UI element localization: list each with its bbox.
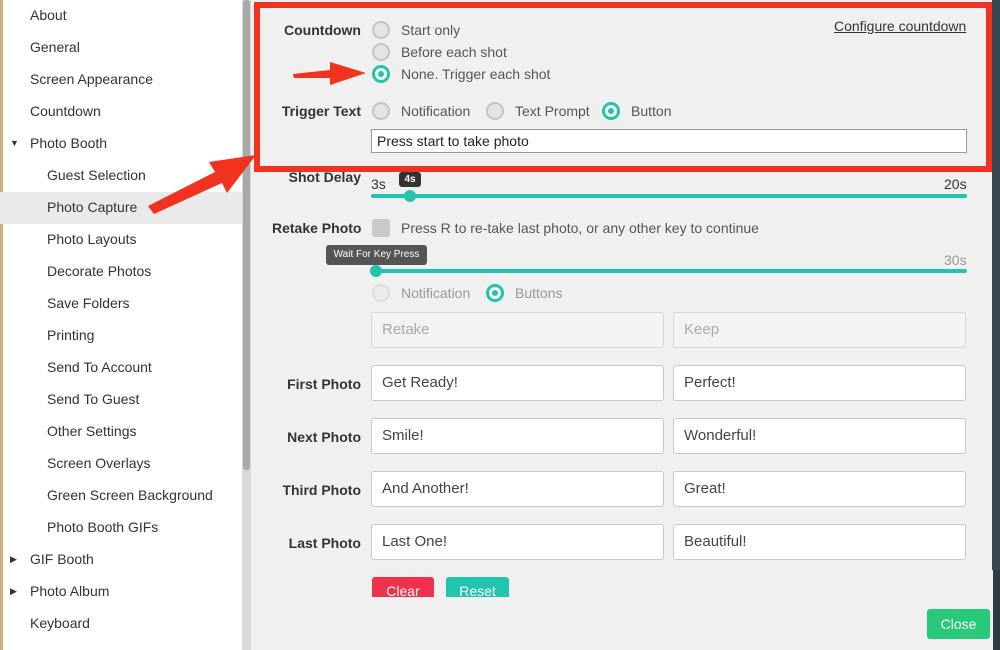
retake-photo-description: Press R to re-take last photo, or any ot… xyxy=(401,220,759,236)
sidebar-item-photo-booth[interactable]: ▼ Photo Booth xyxy=(0,128,242,160)
caret-right-icon[interactable]: ▶ xyxy=(10,576,17,606)
trigger-option-label: Text Prompt xyxy=(515,103,590,119)
sidebar-item-printing[interactable]: Printing xyxy=(0,320,242,352)
retake-option-label: Buttons xyxy=(515,285,563,301)
retake-slider-track[interactable] xyxy=(371,269,967,273)
shot-delay-slider-track[interactable] xyxy=(371,194,967,198)
trigger-radio-notification[interactable] xyxy=(372,102,390,120)
close-button[interactable]: Close xyxy=(927,609,990,639)
prompt-label: Third Photo xyxy=(282,482,361,498)
sidebar-item-label: Screen Appearance xyxy=(30,71,153,87)
prompt-label: Last Photo xyxy=(288,535,361,551)
sidebar-item-photo-booth-gifs[interactable]: Photo Booth GIFs xyxy=(0,512,242,544)
sidebar-item-send-to-account[interactable]: Send To Account xyxy=(0,352,242,384)
retake-radio-notification[interactable] xyxy=(372,284,390,302)
caret-right-icon[interactable]: ▶ xyxy=(10,544,17,574)
sidebar-item-label: Send To Guest xyxy=(47,391,140,407)
retake-radio-buttons[interactable] xyxy=(486,284,504,302)
sidebar-item-send-to-guest[interactable]: Send To Guest xyxy=(0,384,242,416)
keep-button-text-field[interactable]: Keep xyxy=(673,312,966,348)
retake-button-text-field[interactable]: Retake xyxy=(371,312,664,348)
trigger-text-input[interactable]: Press start to take photo xyxy=(371,129,967,153)
retake-slider-tooltip: Wait For Key Press xyxy=(326,245,427,265)
sidebar-item-label: Decorate Photos xyxy=(47,263,152,279)
retake-photo-label: Retake Photo xyxy=(272,220,362,236)
sidebar-item-label: Screen Overlays xyxy=(47,455,151,471)
sidebar-item-label: Save Folders xyxy=(47,295,130,311)
countdown-radio-none[interactable] xyxy=(372,65,390,83)
retake-photo-checkbox[interactable] xyxy=(372,219,390,237)
shot-delay-slider-handle[interactable] xyxy=(404,190,416,202)
sidebar-item-decorate-photos[interactable]: Decorate Photos xyxy=(0,256,242,288)
prompt-label: Next Photo xyxy=(287,429,361,445)
prompt-after-field[interactable]: Great! xyxy=(673,471,966,507)
prompt-before-field[interactable]: And Another! xyxy=(371,471,664,507)
sidebar-item-label: Photo Layouts xyxy=(47,231,137,247)
caret-down-icon[interactable]: ▼ xyxy=(10,128,19,158)
countdown-option-label: None. Trigger each shot xyxy=(401,66,551,82)
shot-delay-label: Shot Delay xyxy=(288,169,361,185)
prompt-label: First Photo xyxy=(287,376,361,392)
countdown-radio-before-each-shot[interactable] xyxy=(372,43,390,61)
sidebar-item-other-settings[interactable]: Other Settings xyxy=(0,416,242,448)
sidebar-item-screen-overlays[interactable]: Screen Overlays xyxy=(0,448,242,480)
sidebar-item-label: Photo Booth GIFs xyxy=(47,519,159,535)
trigger-text-label: Trigger Text xyxy=(281,103,361,119)
sidebar-scrollbar-thumb[interactable] xyxy=(243,0,250,470)
sidebar-item-photo-layouts[interactable]: Photo Layouts xyxy=(0,224,242,256)
trigger-radio-button[interactable] xyxy=(602,102,620,120)
trigger-option-label: Button xyxy=(631,103,672,119)
retake-option-label: Notification xyxy=(401,285,471,301)
prompt-before-field[interactable]: Last One! xyxy=(371,524,664,560)
sidebar-item-screen-appearance[interactable]: Screen Appearance xyxy=(0,64,242,96)
sidebar-item-label: General xyxy=(30,39,80,55)
countdown-radio-start-only[interactable] xyxy=(372,21,390,39)
sidebar-item-save-folders[interactable]: Save Folders xyxy=(0,288,242,320)
sidebar-item-label: Guest Selection xyxy=(47,167,146,183)
sidebar-item-label: About xyxy=(30,7,67,23)
sidebar-item-label: Keyboard xyxy=(30,615,90,631)
prompt-before-field[interactable]: Smile! xyxy=(371,418,664,454)
clear-button[interactable]: Clear xyxy=(372,577,434,597)
sidebar-item-label: Photo Capture xyxy=(47,199,138,215)
sidebar-item-label: Send To Account xyxy=(47,359,152,375)
shot-delay-max: 20s xyxy=(944,176,967,192)
sidebar-item-label: GIF Booth xyxy=(30,551,94,567)
sidebar-item-green-screen-background[interactable]: Green Screen Background xyxy=(0,480,242,512)
retake-slider-handle[interactable] xyxy=(370,265,382,277)
shot-delay-value-tooltip: 4s xyxy=(399,172,421,187)
sidebar-item-label: Printing xyxy=(47,327,95,343)
settings-sidebar: About General Screen Appearance Countdown ▼ P… xyxy=(0,0,242,650)
countdown-label: Countdown xyxy=(284,22,361,38)
sidebar-item-label: Countdown xyxy=(30,103,101,119)
sidebar-item-general[interactable]: General xyxy=(0,32,242,64)
sidebar-item-about[interactable]: About xyxy=(0,0,242,32)
sidebar-item-label: Other Settings xyxy=(47,423,137,439)
configure-countdown-link[interactable]: Configure countdown xyxy=(834,18,966,34)
sidebar-item-photo-capture[interactable]: Photo Capture xyxy=(0,192,242,224)
prompt-after-field[interactable]: Perfect! xyxy=(673,365,966,401)
sidebar-item-keyboard[interactable]: Keyboard xyxy=(0,608,242,640)
sidebar-item-gif-booth[interactable]: ▶ GIF Booth xyxy=(0,544,242,576)
countdown-option-label: Start only xyxy=(401,22,461,38)
sidebar-item-label: Green Screen Background xyxy=(47,487,213,503)
trigger-radio-text-prompt[interactable] xyxy=(486,102,504,120)
sidebar-item-guest-selection[interactable]: Guest Selection xyxy=(0,160,242,192)
sidebar-item-countdown[interactable]: Countdown xyxy=(0,96,242,128)
prompt-before-field[interactable]: Get Ready! xyxy=(371,365,664,401)
countdown-option-label: Before each shot xyxy=(401,44,507,60)
sidebar-item-label: Photo Album xyxy=(30,583,110,599)
sidebar-scrollbar[interactable] xyxy=(242,0,251,650)
retake-slider-max: 30s xyxy=(944,252,967,268)
sidebar-item-label: Photo Booth xyxy=(30,135,108,151)
prompt-after-field[interactable]: Beautiful! xyxy=(673,524,966,560)
sidebar-item-photo-album[interactable]: ▶ Photo Album xyxy=(0,576,242,608)
trigger-option-label: Notification xyxy=(401,103,471,119)
reset-button[interactable]: Reset xyxy=(446,577,509,597)
shot-delay-min: 3s xyxy=(371,176,386,192)
prompt-after-field[interactable]: Wonderful! xyxy=(673,418,966,454)
main-scrollbar[interactable] xyxy=(992,0,1000,570)
